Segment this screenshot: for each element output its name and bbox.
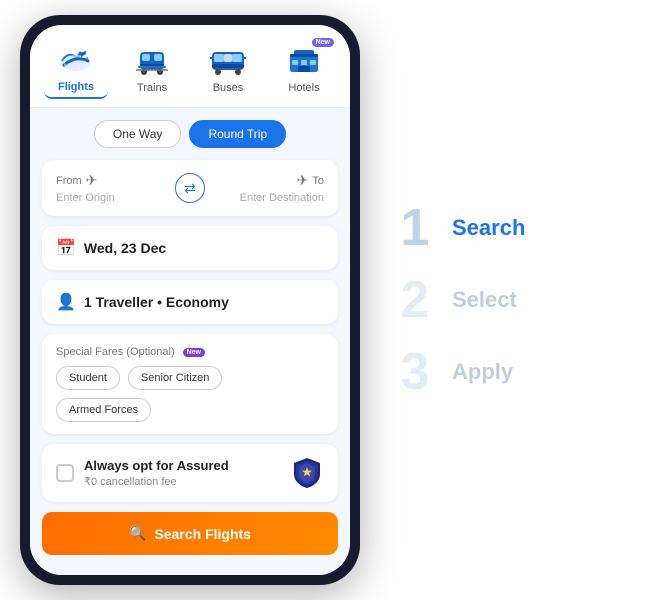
search-button-icon: 🔍: [129, 525, 146, 542]
tab-flights[interactable]: Flights: [44, 37, 108, 99]
date-value: Wed, 23 Dec: [84, 240, 166, 256]
steps-section: 1 Search 2 Select 3 Apply: [360, 182, 660, 418]
to-text: To: [312, 175, 324, 187]
flights-icon: [54, 41, 98, 77]
step-2-number: 2: [390, 274, 440, 326]
special-fares-new-badge: New: [183, 348, 205, 357]
step-2-label: Select: [452, 287, 517, 313]
special-fares-card: Special Fares (Optional) New Student Sen…: [42, 334, 338, 434]
to-placeholder: Enter Destination: [213, 192, 324, 204]
tab-flights-label: Flights: [58, 81, 94, 93]
student-fare-chip[interactable]: Student: [56, 366, 120, 390]
tab-trains[interactable]: Trains: [120, 38, 184, 98]
assured-subtitle: ₹0 cancellation fee: [84, 475, 280, 488]
trains-icon: [130, 42, 174, 78]
trip-type-selector: One Way Round Trip: [42, 120, 338, 148]
tab-buses[interactable]: Buses: [196, 38, 260, 98]
phone-screen: Flights: [30, 25, 350, 575]
step-1-label: Search: [452, 215, 525, 241]
from-to-card: From ✈ Enter Origin ⇄ ✈ To: [42, 160, 338, 216]
assured-title: Always opt for Assured: [84, 458, 280, 473]
fares-chips: Student Senior Citizen Armed Forces: [56, 366, 324, 422]
traveller-value: 1 Traveller • Economy: [84, 294, 229, 310]
from-section[interactable]: From ✈ Enter Origin: [56, 172, 167, 204]
swap-icon: ⇄: [184, 180, 196, 197]
calendar-icon: 📅: [56, 238, 76, 258]
tab-hotels-label: Hotels: [288, 82, 319, 94]
search-button-label: Search Flights: [154, 526, 250, 542]
traveller-row: 👤 1 Traveller • Economy: [56, 292, 324, 312]
one-way-button[interactable]: One Way: [94, 120, 182, 148]
plane-depart-icon: ✈: [86, 172, 98, 189]
armed-forces-fare-chip[interactable]: Armed Forces: [56, 398, 151, 422]
from-to-row: From ✈ Enter Origin ⇄ ✈ To: [56, 172, 324, 204]
date-card[interactable]: 📅 Wed, 23 Dec: [42, 226, 338, 270]
search-flights-button[interactable]: 🔍 Search Flights: [42, 512, 338, 555]
to-section[interactable]: ✈ To Enter Destination: [213, 172, 324, 204]
to-label: ✈ To: [213, 172, 324, 189]
content-area: One Way Round Trip From ✈ Enter Origin: [30, 108, 350, 575]
from-placeholder: Enter Origin: [56, 192, 167, 204]
step-2-item: 2 Select: [390, 274, 640, 326]
swap-button[interactable]: ⇄: [175, 173, 205, 203]
special-fares-label-text: Special Fares (Optional): [56, 346, 175, 358]
step-3-item: 3 Apply: [390, 346, 640, 398]
phone-shell: Flights: [20, 15, 360, 585]
assured-text-block: Always opt for Assured ₹0 cancellation f…: [84, 458, 280, 488]
special-fares-header: Special Fares (Optional) New: [56, 346, 324, 358]
from-label: From ✈: [56, 172, 167, 189]
plane-arrive-icon: ✈: [297, 172, 309, 189]
step-3-number: 3: [390, 346, 440, 398]
step-3-label: Apply: [452, 359, 513, 385]
tab-trains-label: Trains: [137, 82, 167, 94]
assured-checkbox[interactable]: [56, 464, 74, 482]
step-1-item: 1 Search: [390, 202, 640, 254]
round-trip-button[interactable]: Round Trip: [189, 120, 286, 148]
nav-tabs: Flights: [30, 25, 350, 108]
buses-icon: [206, 42, 250, 78]
senior-citizen-fare-chip[interactable]: Senior Citizen: [128, 366, 222, 390]
tab-hotels[interactable]: New Hotels: [272, 38, 336, 98]
step-1-number: 1: [390, 202, 440, 254]
date-row: 📅 Wed, 23 Dec: [56, 238, 324, 258]
traveller-card[interactable]: 👤 1 Traveller • Economy: [42, 280, 338, 324]
person-icon: 👤: [56, 292, 76, 312]
tab-buses-label: Buses: [213, 82, 244, 94]
hotels-icon: [282, 42, 326, 78]
assured-shield-icon: [290, 456, 324, 490]
hotels-new-badge: New: [312, 38, 334, 47]
from-text: From: [56, 175, 82, 187]
assured-row[interactable]: Always opt for Assured ₹0 cancellation f…: [42, 444, 338, 502]
